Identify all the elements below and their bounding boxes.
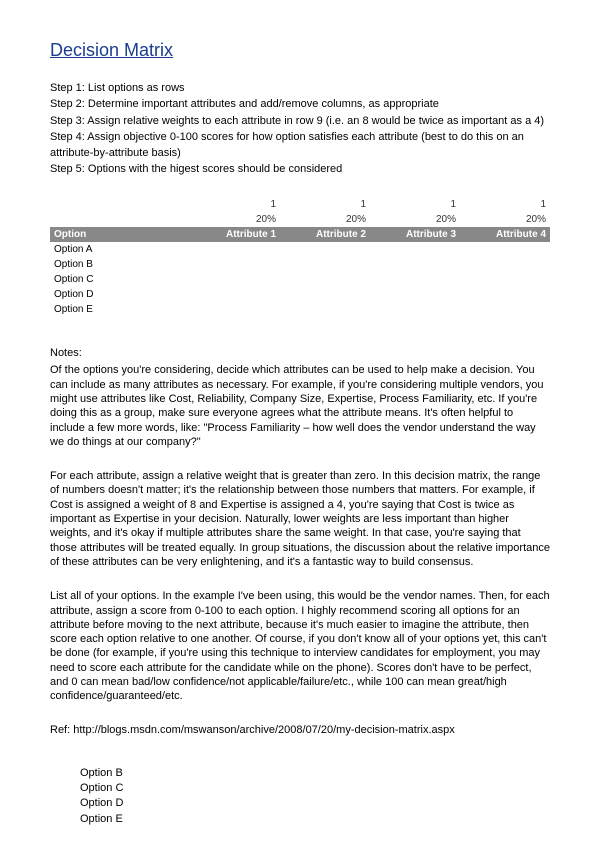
bottom-options-list: Option B Option C Option D Option E xyxy=(80,766,550,828)
option-d: Option D xyxy=(50,287,190,302)
option-e: Option E xyxy=(50,302,190,317)
list-item: Option B xyxy=(80,766,550,781)
list-item: Option E xyxy=(80,812,550,827)
option-c: Option C xyxy=(50,272,190,287)
weight-3: 1 xyxy=(370,197,460,212)
step-3: Step 3: Assign relative weights to each … xyxy=(50,114,550,129)
percent-2: 20% xyxy=(280,212,370,227)
notes-heading: Notes: xyxy=(50,347,550,359)
list-item: Option D xyxy=(80,796,550,811)
table-row: Option D xyxy=(50,287,550,302)
page-title: Decision Matrix xyxy=(50,40,550,61)
option-a: Option A xyxy=(50,242,190,257)
table-row: Option C xyxy=(50,272,550,287)
weight-4: 1 xyxy=(460,197,550,212)
weight-2: 1 xyxy=(280,197,370,212)
table-row: Option B xyxy=(50,257,550,272)
notes-para-3: List all of your options. In the example… xyxy=(50,589,550,703)
header-attr-3: Attribute 3 xyxy=(370,227,460,242)
notes-para-2: For each attribute, assign a relative we… xyxy=(50,469,550,569)
list-item: Option C xyxy=(80,781,550,796)
header-row: Option Attribute 1 Attribute 2 Attribute… xyxy=(50,227,550,242)
header-attr-1: Attribute 1 xyxy=(190,227,280,242)
decision-matrix-table: 1 1 1 1 20% 20% 20% 20% Option Attribute… xyxy=(50,197,550,317)
percent-3: 20% xyxy=(370,212,460,227)
percent-1: 20% xyxy=(190,212,280,227)
steps-list: Step 1: List options as rows Step 2: Det… xyxy=(50,81,550,177)
weights-row: 1 1 1 1 xyxy=(50,197,550,212)
percent-4: 20% xyxy=(460,212,550,227)
weight-1: 1 xyxy=(190,197,280,212)
header-option: Option xyxy=(50,227,190,242)
header-attr-4: Attribute 4 xyxy=(460,227,550,242)
table-row: Option E xyxy=(50,302,550,317)
step-2: Step 2: Determine important attributes a… xyxy=(50,97,550,112)
table-row: Option A xyxy=(50,242,550,257)
option-b: Option B xyxy=(50,257,190,272)
percent-row: 20% 20% 20% 20% xyxy=(50,212,550,227)
step-5: Step 5: Options with the higest scores s… xyxy=(50,162,550,177)
step-1: Step 1: List options as rows xyxy=(50,81,550,96)
notes-para-1: Of the options you're considering, decid… xyxy=(50,363,550,449)
step-4: Step 4: Assign objective 0-100 scores fo… xyxy=(50,130,550,161)
header-attr-2: Attribute 2 xyxy=(280,227,370,242)
